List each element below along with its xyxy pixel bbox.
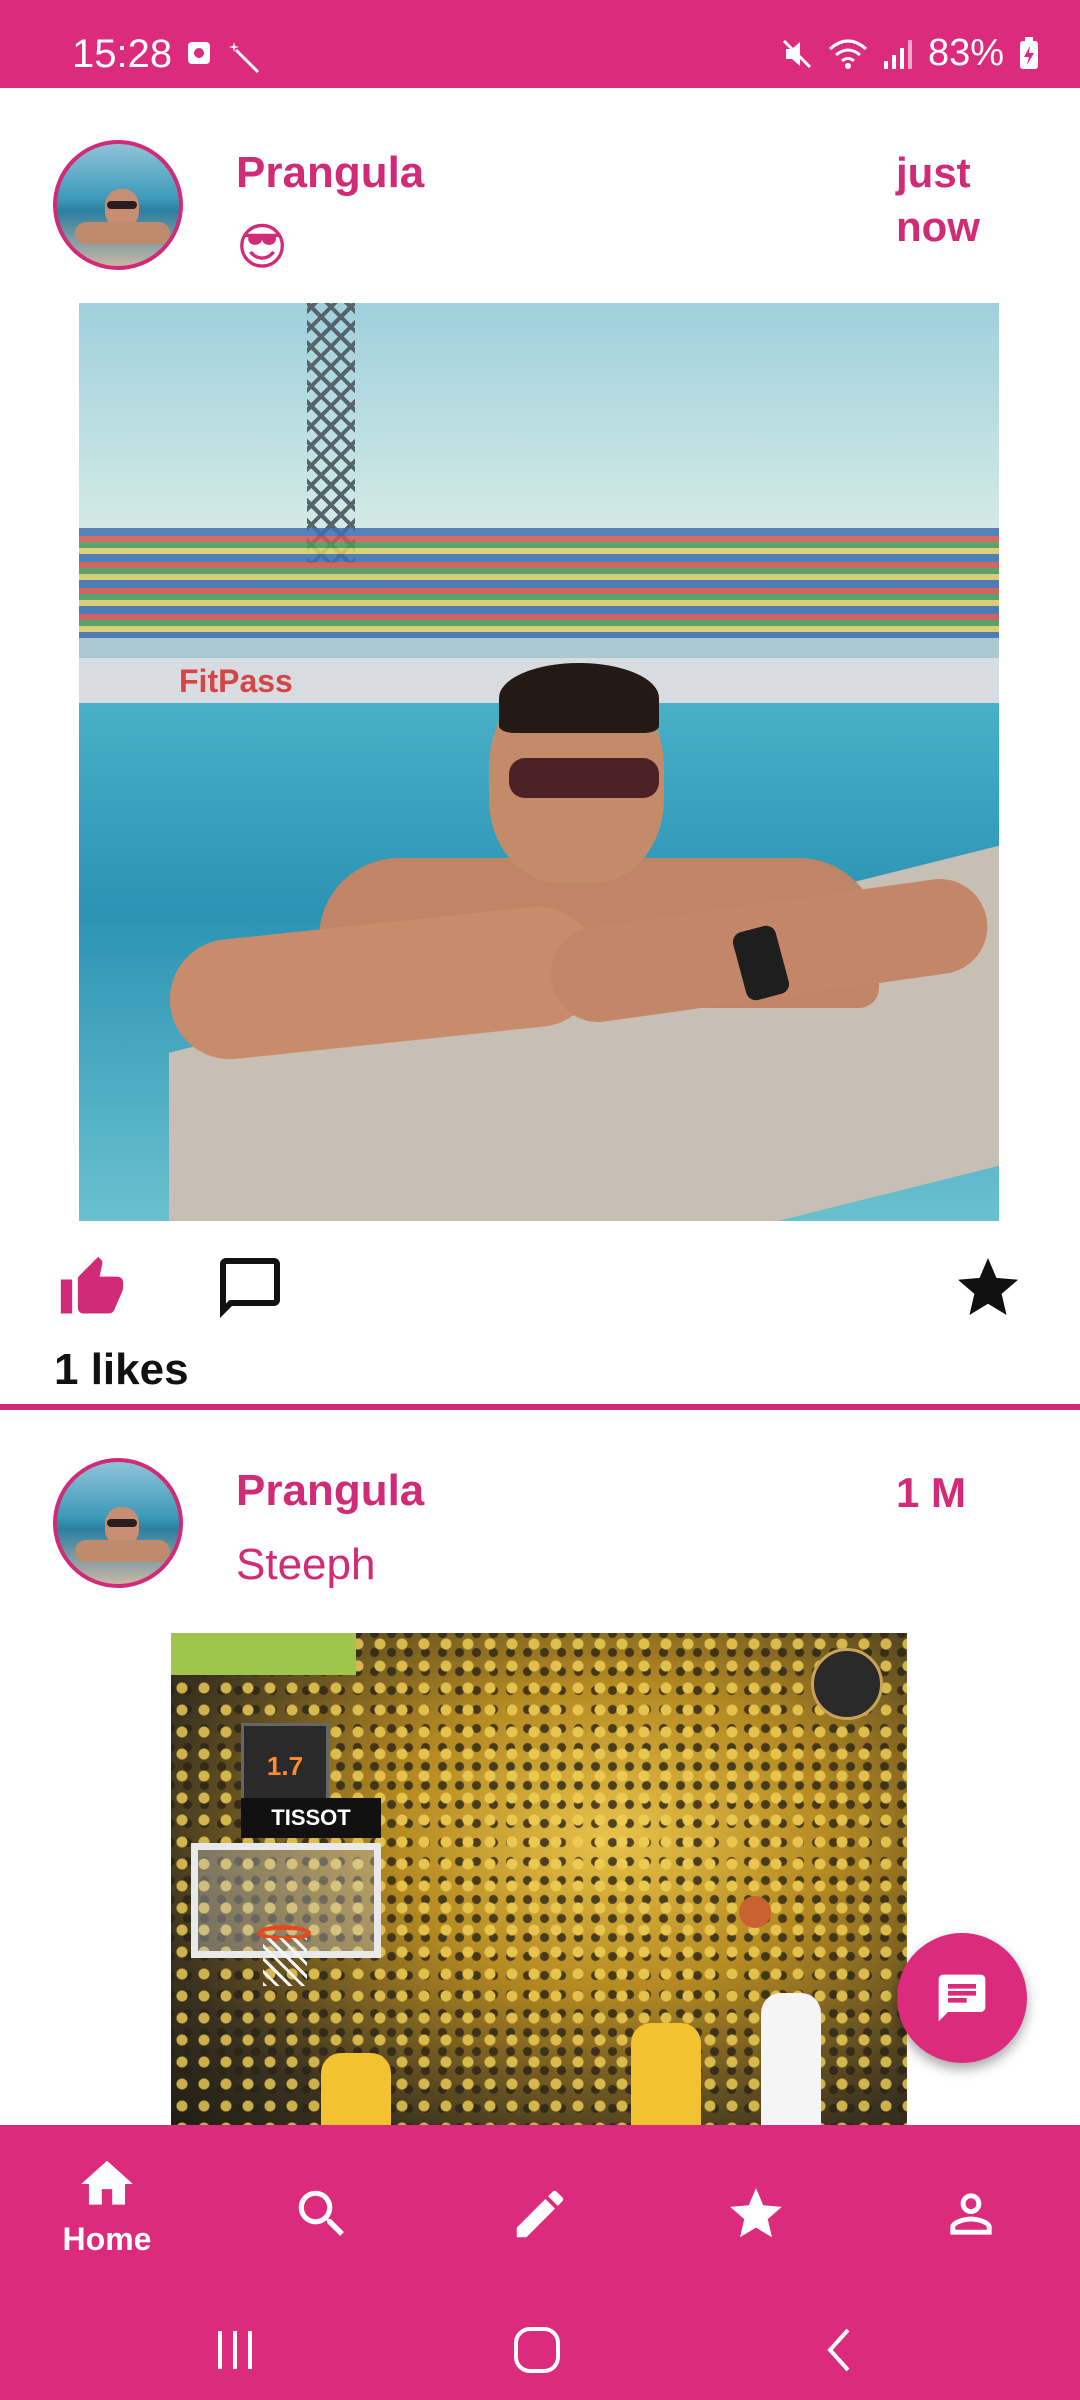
avatar[interactable] <box>53 140 183 270</box>
photo-person-hair <box>499 663 659 733</box>
photo-team-logo <box>811 1648 883 1720</box>
avatar[interactable] <box>53 1458 183 1588</box>
star-icon <box>730 2188 782 2238</box>
magic-wand-icon <box>229 42 260 74</box>
post-username[interactable]: Prangula <box>236 1466 424 1516</box>
photo-player <box>761 1993 821 2125</box>
status-left-icons <box>186 40 262 74</box>
system-nav-bar <box>0 2320 1080 2390</box>
edit-icon <box>516 2190 564 2238</box>
post-actions <box>0 1248 1080 1348</box>
chat-fab-button[interactable] <box>897 1933 1027 2063</box>
like-button[interactable] <box>52 1248 132 1328</box>
feed[interactable]: Prangula 😎 just now FitPass 1 likes Pran… <box>0 88 1080 2125</box>
post-image[interactable]: FitPass <box>79 303 999 1221</box>
photo-shot-clock: 1.7 <box>241 1723 329 1808</box>
photo-sponsor: TISSOT <box>241 1798 381 1838</box>
photo-scoreboard <box>171 1633 356 1675</box>
status-time: 15:28 <box>72 32 173 76</box>
search-icon <box>298 2190 344 2236</box>
nav-create-post[interactable] <box>465 2153 615 2283</box>
comment-button[interactable] <box>210 1248 290 1328</box>
wifi-icon <box>828 39 867 69</box>
nav-search[interactable] <box>247 2153 397 2283</box>
avatar-arms <box>75 222 170 244</box>
screen-record-icon <box>188 42 210 64</box>
post-username[interactable]: Prangula <box>236 148 424 198</box>
bottom-nav: Home <box>0 2125 1080 2400</box>
photo-net <box>263 1938 307 1986</box>
home-circle-icon <box>514 2327 560 2373</box>
status-right: 83% <box>780 32 1040 75</box>
post-caption: 😎 <box>236 219 289 275</box>
nav-home[interactable]: Home <box>32 2153 182 2283</box>
battery-percent: 83% <box>927 32 1004 74</box>
photo-banner-text: FitPass <box>179 663 293 699</box>
photo-tower <box>307 303 355 563</box>
photo-ball <box>739 1896 771 1928</box>
chat-icon <box>938 1974 986 2022</box>
recent-apps-button[interactable] <box>195 2320 275 2380</box>
photo-player <box>631 2023 701 2125</box>
thumb-up-icon <box>60 1256 124 1314</box>
photo-person-glasses <box>509 758 659 798</box>
home-button[interactable] <box>497 2320 577 2380</box>
nav-profile[interactable] <box>896 2153 1046 2283</box>
likes-count: 1 likes <box>54 1345 189 1394</box>
post-image[interactable]: 1.7 TISSOT <box>171 1633 907 2125</box>
profile-icon <box>950 2193 992 2235</box>
mute-icon <box>782 39 811 68</box>
post-caption: Steeph <box>236 1540 376 1589</box>
photo-sky <box>79 303 999 543</box>
signal-icon <box>883 39 912 69</box>
avatar-glasses <box>107 1519 137 1527</box>
favorite-button[interactable] <box>948 1248 1028 1328</box>
back-icon <box>827 2328 850 2372</box>
back-button[interactable] <box>800 2320 880 2380</box>
avatar-arms <box>75 1540 170 1562</box>
nav-favorites[interactable] <box>681 2153 831 2283</box>
post-card: Prangula 😎 just now FitPass 1 likes <box>0 88 1080 1410</box>
recent-apps-icon <box>218 2331 252 2369</box>
photo-player <box>321 2053 391 2125</box>
comment-icon <box>220 1258 280 1318</box>
status-bar: 15:28 83% <box>0 0 1080 88</box>
home-icon <box>81 2160 133 2205</box>
post-timestamp: 1 M <box>896 1469 967 1516</box>
nav-home-label: Home <box>62 2221 152 2257</box>
star-icon <box>958 1258 1018 1315</box>
battery-charging-icon <box>1020 36 1038 69</box>
avatar-glasses <box>107 201 137 209</box>
post-timestamp: just now <box>896 149 980 250</box>
photo-stands <box>79 528 999 638</box>
